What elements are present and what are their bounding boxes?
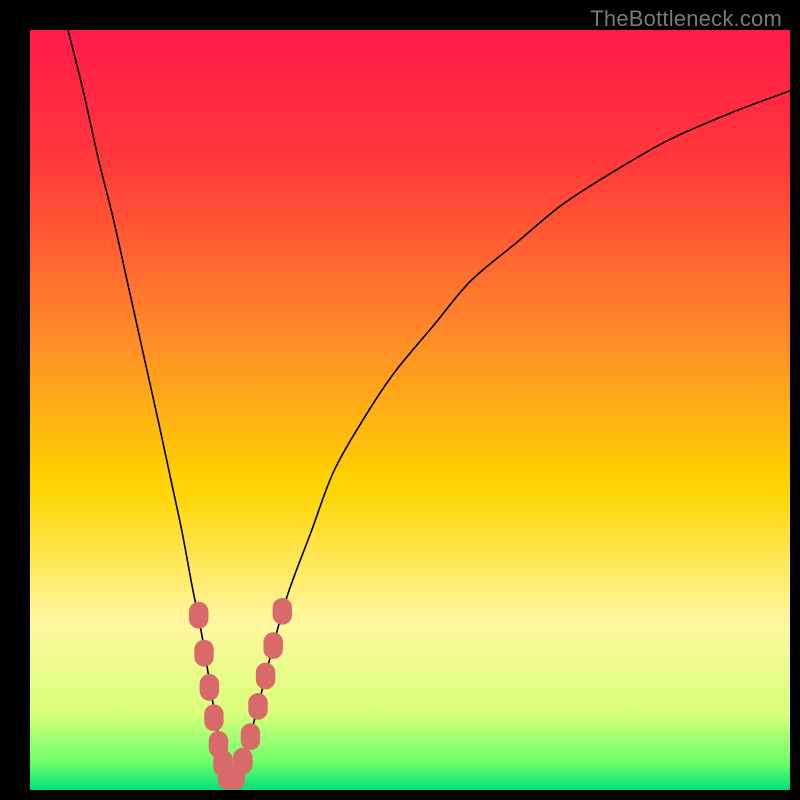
gradient-background [30,30,790,790]
marker-point [273,598,292,625]
chart-svg [30,30,790,790]
marker-point [263,632,282,659]
marker-point [256,663,275,690]
chart-container: TheBottleneck.com [0,0,800,800]
watermark-text: TheBottleneck.com [590,6,782,32]
marker-point [189,602,208,629]
marker-point [248,693,267,720]
marker-point [241,723,260,750]
marker-point [194,640,213,667]
marker-point [200,674,219,701]
plot-area [30,30,790,790]
marker-point [233,748,252,775]
marker-point [204,704,223,731]
